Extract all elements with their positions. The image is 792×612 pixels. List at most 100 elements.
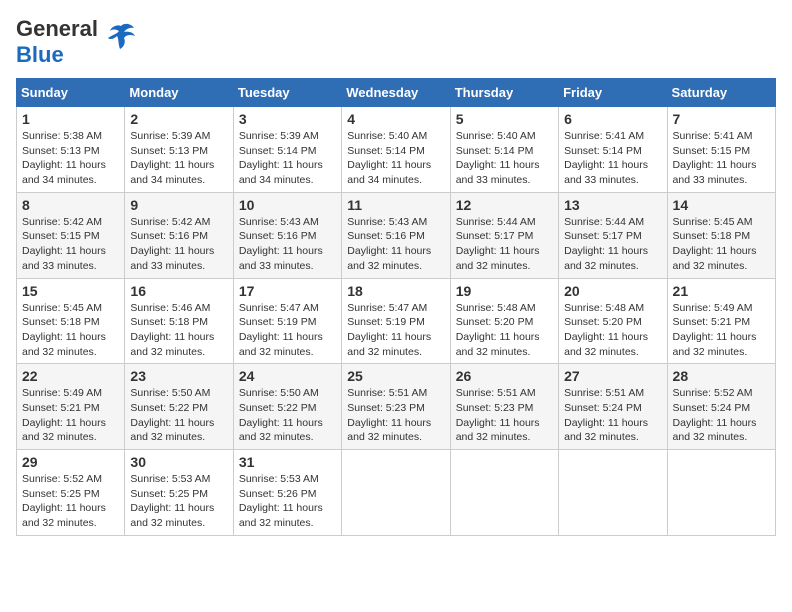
day-info: Sunrise: 5:41 AM Sunset: 5:14 PM Dayligh… xyxy=(564,129,661,188)
calendar-header-row: SundayMondayTuesdayWednesdayThursdayFrid… xyxy=(17,79,776,107)
daylight-label: Daylight: 11 hours and 32 minutes. xyxy=(564,417,648,444)
day-number: 28 xyxy=(673,368,770,384)
sunrise-label: Sunrise: 5:50 AM xyxy=(130,387,210,399)
day-info: Sunrise: 5:40 AM Sunset: 5:14 PM Dayligh… xyxy=(456,129,553,188)
day-info: Sunrise: 5:46 AM Sunset: 5:18 PM Dayligh… xyxy=(130,301,227,360)
sunrise-label: Sunrise: 5:41 AM xyxy=(673,130,753,142)
day-number: 8 xyxy=(22,197,119,213)
logo-text: General Blue xyxy=(16,16,98,68)
sunset-label: Sunset: 5:25 PM xyxy=(130,488,208,500)
daylight-label: Daylight: 11 hours and 33 minutes. xyxy=(564,159,648,186)
daylight-label: Daylight: 11 hours and 32 minutes. xyxy=(347,417,431,444)
day-number: 5 xyxy=(456,111,553,127)
calendar-cell xyxy=(559,450,667,536)
calendar-cell: 23 Sunrise: 5:50 AM Sunset: 5:22 PM Dayl… xyxy=(125,364,233,450)
sunset-label: Sunset: 5:23 PM xyxy=(347,402,425,414)
calendar-cell: 4 Sunrise: 5:40 AM Sunset: 5:14 PM Dayli… xyxy=(342,107,450,193)
daylight-label: Daylight: 11 hours and 33 minutes. xyxy=(130,245,214,272)
sunrise-label: Sunrise: 5:50 AM xyxy=(239,387,319,399)
day-number: 30 xyxy=(130,454,227,470)
sunset-label: Sunset: 5:16 PM xyxy=(347,230,425,242)
calendar-week-row: 15 Sunrise: 5:45 AM Sunset: 5:18 PM Dayl… xyxy=(17,278,776,364)
sunset-label: Sunset: 5:23 PM xyxy=(456,402,534,414)
sunrise-label: Sunrise: 5:40 AM xyxy=(347,130,427,142)
day-info: Sunrise: 5:40 AM Sunset: 5:14 PM Dayligh… xyxy=(347,129,444,188)
logo-bird-icon xyxy=(106,22,136,55)
sunrise-label: Sunrise: 5:51 AM xyxy=(564,387,644,399)
calendar-cell: 8 Sunrise: 5:42 AM Sunset: 5:15 PM Dayli… xyxy=(17,192,125,278)
day-number: 14 xyxy=(673,197,770,213)
day-info: Sunrise: 5:52 AM Sunset: 5:25 PM Dayligh… xyxy=(22,472,119,531)
day-info: Sunrise: 5:39 AM Sunset: 5:13 PM Dayligh… xyxy=(130,129,227,188)
daylight-label: Daylight: 11 hours and 32 minutes. xyxy=(130,331,214,358)
day-info: Sunrise: 5:49 AM Sunset: 5:21 PM Dayligh… xyxy=(22,386,119,445)
daylight-label: Daylight: 11 hours and 34 minutes. xyxy=(130,159,214,186)
day-info: Sunrise: 5:48 AM Sunset: 5:20 PM Dayligh… xyxy=(564,301,661,360)
sunset-label: Sunset: 5:19 PM xyxy=(239,316,317,328)
day-number: 26 xyxy=(456,368,553,384)
day-number: 13 xyxy=(564,197,661,213)
calendar-cell: 14 Sunrise: 5:45 AM Sunset: 5:18 PM Dayl… xyxy=(667,192,775,278)
calendar-cell: 10 Sunrise: 5:43 AM Sunset: 5:16 PM Dayl… xyxy=(233,192,341,278)
calendar-cell: 11 Sunrise: 5:43 AM Sunset: 5:16 PM Dayl… xyxy=(342,192,450,278)
column-header-wednesday: Wednesday xyxy=(342,79,450,107)
day-info: Sunrise: 5:53 AM Sunset: 5:25 PM Dayligh… xyxy=(130,472,227,531)
daylight-label: Daylight: 11 hours and 32 minutes. xyxy=(673,245,757,272)
calendar-cell: 2 Sunrise: 5:39 AM Sunset: 5:13 PM Dayli… xyxy=(125,107,233,193)
calendar-cell: 16 Sunrise: 5:46 AM Sunset: 5:18 PM Dayl… xyxy=(125,278,233,364)
daylight-label: Daylight: 11 hours and 34 minutes. xyxy=(22,159,106,186)
daylight-label: Daylight: 11 hours and 32 minutes. xyxy=(130,417,214,444)
daylight-label: Daylight: 11 hours and 33 minutes. xyxy=(22,245,106,272)
calendar-cell: 17 Sunrise: 5:47 AM Sunset: 5:19 PM Dayl… xyxy=(233,278,341,364)
calendar-cell: 28 Sunrise: 5:52 AM Sunset: 5:24 PM Dayl… xyxy=(667,364,775,450)
day-info: Sunrise: 5:47 AM Sunset: 5:19 PM Dayligh… xyxy=(239,301,336,360)
sunset-label: Sunset: 5:24 PM xyxy=(673,402,751,414)
sunset-label: Sunset: 5:22 PM xyxy=(130,402,208,414)
day-info: Sunrise: 5:48 AM Sunset: 5:20 PM Dayligh… xyxy=(456,301,553,360)
sunrise-label: Sunrise: 5:49 AM xyxy=(22,387,102,399)
calendar-cell xyxy=(342,450,450,536)
day-number: 2 xyxy=(130,111,227,127)
sunset-label: Sunset: 5:15 PM xyxy=(22,230,100,242)
day-info: Sunrise: 5:47 AM Sunset: 5:19 PM Dayligh… xyxy=(347,301,444,360)
calendar-cell: 31 Sunrise: 5:53 AM Sunset: 5:26 PM Dayl… xyxy=(233,450,341,536)
sunrise-label: Sunrise: 5:46 AM xyxy=(130,302,210,314)
day-info: Sunrise: 5:45 AM Sunset: 5:18 PM Dayligh… xyxy=(22,301,119,360)
sunset-label: Sunset: 5:19 PM xyxy=(347,316,425,328)
day-info: Sunrise: 5:41 AM Sunset: 5:15 PM Dayligh… xyxy=(673,129,770,188)
daylight-label: Daylight: 11 hours and 32 minutes. xyxy=(673,331,757,358)
day-info: Sunrise: 5:42 AM Sunset: 5:16 PM Dayligh… xyxy=(130,215,227,274)
daylight-label: Daylight: 11 hours and 32 minutes. xyxy=(456,417,540,444)
daylight-label: Daylight: 11 hours and 32 minutes. xyxy=(22,502,106,529)
sunrise-label: Sunrise: 5:43 AM xyxy=(239,216,319,228)
column-header-thursday: Thursday xyxy=(450,79,558,107)
calendar-cell: 29 Sunrise: 5:52 AM Sunset: 5:25 PM Dayl… xyxy=(17,450,125,536)
column-header-sunday: Sunday xyxy=(17,79,125,107)
daylight-label: Daylight: 11 hours and 32 minutes. xyxy=(564,331,648,358)
sunrise-label: Sunrise: 5:47 AM xyxy=(239,302,319,314)
day-number: 31 xyxy=(239,454,336,470)
sunrise-label: Sunrise: 5:41 AM xyxy=(564,130,644,142)
daylight-label: Daylight: 11 hours and 32 minutes. xyxy=(130,502,214,529)
calendar-week-row: 1 Sunrise: 5:38 AM Sunset: 5:13 PM Dayli… xyxy=(17,107,776,193)
sunset-label: Sunset: 5:26 PM xyxy=(239,488,317,500)
sunset-label: Sunset: 5:18 PM xyxy=(130,316,208,328)
sunrise-label: Sunrise: 5:48 AM xyxy=(456,302,536,314)
day-number: 15 xyxy=(22,283,119,299)
daylight-label: Daylight: 11 hours and 32 minutes. xyxy=(22,331,106,358)
sunrise-label: Sunrise: 5:39 AM xyxy=(130,130,210,142)
calendar-cell: 15 Sunrise: 5:45 AM Sunset: 5:18 PM Dayl… xyxy=(17,278,125,364)
sunrise-label: Sunrise: 5:38 AM xyxy=(22,130,102,142)
calendar-cell: 9 Sunrise: 5:42 AM Sunset: 5:16 PM Dayli… xyxy=(125,192,233,278)
daylight-label: Daylight: 11 hours and 34 minutes. xyxy=(347,159,431,186)
calendar-cell: 6 Sunrise: 5:41 AM Sunset: 5:14 PM Dayli… xyxy=(559,107,667,193)
sunset-label: Sunset: 5:14 PM xyxy=(564,145,642,157)
day-number: 29 xyxy=(22,454,119,470)
sunset-label: Sunset: 5:18 PM xyxy=(22,316,100,328)
calendar-table: SundayMondayTuesdayWednesdayThursdayFrid… xyxy=(16,78,776,536)
column-header-monday: Monday xyxy=(125,79,233,107)
sunrise-label: Sunrise: 5:40 AM xyxy=(456,130,536,142)
day-info: Sunrise: 5:53 AM Sunset: 5:26 PM Dayligh… xyxy=(239,472,336,531)
sunset-label: Sunset: 5:16 PM xyxy=(130,230,208,242)
sunrise-label: Sunrise: 5:52 AM xyxy=(22,473,102,485)
